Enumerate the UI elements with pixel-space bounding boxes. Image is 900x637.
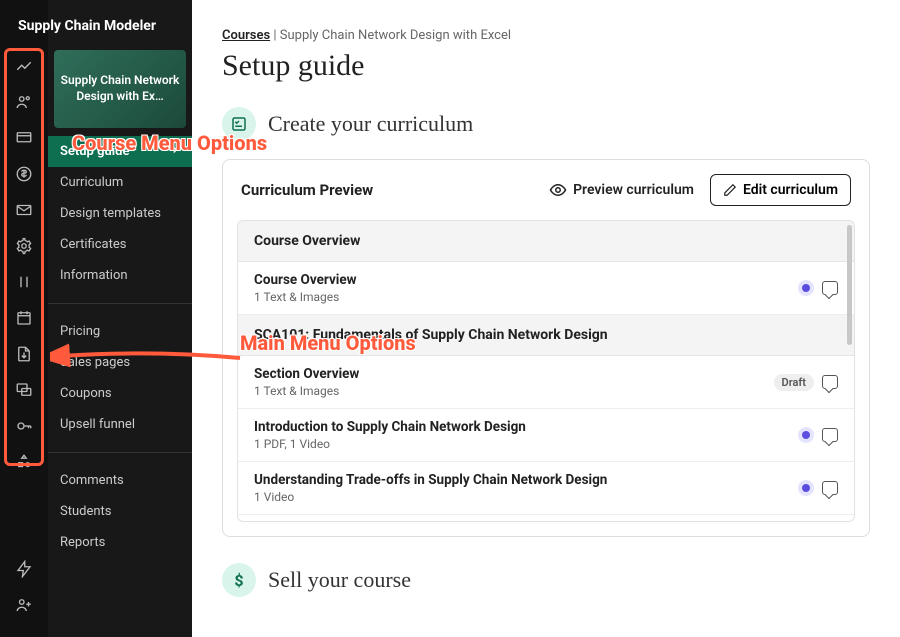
sidebar-item-setup-guide[interactable]: Setup guide	[48, 136, 192, 167]
chevron-right-icon	[170, 144, 180, 159]
sidebar-item-students[interactable]: Students	[48, 496, 192, 527]
sidebar-item-upsell-funnel[interactable]: Upsell funnel	[48, 409, 192, 440]
chat-icon[interactable]	[10, 376, 38, 404]
eye-icon	[549, 181, 567, 199]
comment-icon[interactable]	[822, 481, 838, 495]
people-plus-icon[interactable]	[10, 591, 38, 619]
bolt-icon[interactable]	[10, 555, 38, 583]
panel-title: Curriculum Preview	[241, 181, 373, 199]
analytics-icon[interactable]	[10, 52, 38, 80]
key-icon[interactable]	[10, 412, 38, 440]
curriculum-list[interactable]: Course OverviewCourse Overview1 Text & I…	[237, 220, 855, 522]
curriculum-lesson[interactable]: Factors affecting Supply Chain Network D…	[238, 515, 854, 522]
draft-badge: Draft	[774, 374, 814, 391]
sidebar-item-certificates[interactable]: Certificates	[48, 229, 192, 260]
apps-icon[interactable]	[10, 448, 38, 476]
published-icon	[798, 480, 814, 496]
pencil-icon	[723, 183, 737, 197]
settings-icon[interactable]	[10, 232, 38, 260]
section-title: Create your curriculum	[268, 111, 473, 137]
site-icon[interactable]	[10, 124, 38, 152]
curriculum-section-header: SCA101: Fundamentals of Supply Chain Net…	[238, 315, 854, 356]
divider	[48, 303, 192, 304]
curriculum-panel: Curriculum Preview Preview curriculum Ed…	[222, 159, 870, 537]
section-curriculum-header: Create your curriculum	[222, 107, 870, 141]
checklist-icon	[222, 107, 256, 141]
breadcrumb: Courses | Supply Chain Network Design wi…	[222, 28, 870, 43]
divider	[48, 452, 192, 453]
main-nav-rail	[0, 0, 48, 637]
sidebar-item-comments[interactable]: Comments	[48, 465, 192, 496]
page-title: Setup guide	[222, 49, 870, 83]
comment-icon[interactable]	[822, 428, 838, 442]
curriculum-lesson[interactable]: Section Overview1 Text & ImagesDraft	[238, 356, 854, 409]
app-title: Supply Chain Modeler	[8, 0, 178, 44]
published-icon	[798, 280, 814, 296]
pause-icon[interactable]	[10, 268, 38, 296]
section-title: Sell your course	[268, 567, 411, 593]
sidebar-item-reports[interactable]: Reports	[48, 527, 192, 558]
sidebar-item-coupons[interactable]: Coupons	[48, 378, 192, 409]
sidebar-item-pricing[interactable]: Pricing	[48, 316, 192, 347]
curriculum-lesson[interactable]: Introduction to Supply Chain Network Des…	[238, 409, 854, 462]
curriculum-lesson[interactable]: Understanding Trade-offs in Supply Chain…	[238, 462, 854, 515]
sales-icon[interactable]	[10, 160, 38, 188]
published-icon	[798, 427, 814, 443]
breadcrumb-root[interactable]: Courses	[222, 28, 270, 43]
curriculum-section-header: Course Overview	[238, 221, 854, 262]
users-icon[interactable]	[10, 88, 38, 116]
main-content: Courses | Supply Chain Network Design wi…	[192, 0, 900, 637]
email-icon[interactable]	[10, 196, 38, 224]
curriculum-lesson[interactable]: Course Overview1 Text & Images	[238, 262, 854, 315]
breadcrumb-current: Supply Chain Network Design with Excel	[280, 28, 511, 43]
sidebar-item-design-templates[interactable]: Design templates	[48, 198, 192, 229]
edit-curriculum-button[interactable]: Edit curriculum	[710, 174, 851, 206]
section-sell-header: $ Sell your course	[222, 563, 870, 597]
course-card-title: Supply Chain Network Design with Ex…	[60, 73, 180, 104]
download-icon[interactable]	[10, 340, 38, 368]
sidebar-item-information[interactable]: Information	[48, 260, 192, 291]
preview-curriculum-link[interactable]: Preview curriculum	[549, 181, 694, 199]
calendar-icon[interactable]	[10, 304, 38, 332]
sidebar-item-curriculum[interactable]: Curriculum	[48, 167, 192, 198]
sidebar-item-sales-pages[interactable]: Sales pages	[48, 347, 192, 378]
course-card[interactable]: Supply Chain Network Design with Ex…	[54, 50, 186, 128]
comment-icon[interactable]	[822, 281, 838, 295]
dollar-icon: $	[222, 563, 256, 597]
course-sidebar: Supply Chain Modeler Supply Chain Networ…	[48, 0, 192, 637]
comment-icon[interactable]	[822, 375, 838, 389]
